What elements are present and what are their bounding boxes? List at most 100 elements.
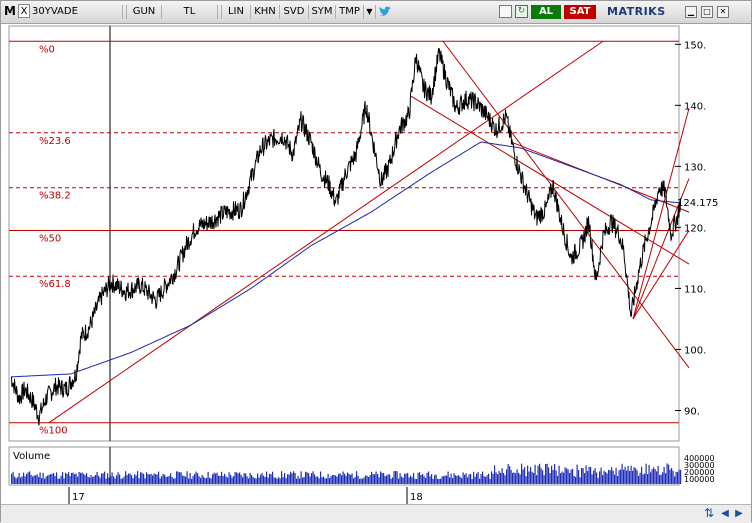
price-chart[interactable]: %0 %23.6 %38.2 %50 %61.8 %100 90. 100. 110. 120.… bbox=[1, 23, 751, 504]
volume-bar bbox=[23, 472, 25, 484]
volume-bar bbox=[378, 477, 380, 484]
volume-bar bbox=[42, 472, 44, 484]
volume-bar bbox=[402, 477, 404, 484]
volume-bar bbox=[591, 474, 593, 484]
khn-button[interactable]: KHN bbox=[251, 5, 280, 19]
template-dropdown-icon[interactable]: ▼ bbox=[364, 5, 376, 19]
volume-bar bbox=[230, 474, 232, 484]
fibo-label: %0 bbox=[39, 44, 55, 55]
volume-bar bbox=[545, 464, 547, 484]
scale-button[interactable]: LIN bbox=[221, 5, 251, 19]
volume-bar bbox=[311, 473, 313, 484]
volume-bar bbox=[552, 469, 554, 484]
volume-bar bbox=[518, 472, 520, 484]
volume-bar bbox=[534, 464, 536, 484]
volume-bar bbox=[578, 470, 580, 484]
volume-bar bbox=[75, 473, 77, 484]
volume-bar bbox=[632, 470, 634, 484]
volume-bar bbox=[509, 466, 511, 484]
sell-button[interactable]: SAT bbox=[564, 5, 596, 19]
volume-bar bbox=[213, 472, 215, 484]
volume-bar bbox=[491, 471, 493, 484]
volume-bar bbox=[278, 477, 280, 484]
buy-button[interactable]: AL bbox=[531, 5, 561, 19]
volume-bar bbox=[269, 473, 271, 484]
volume-bar bbox=[114, 478, 116, 484]
y-tick-label: 130. bbox=[684, 162, 706, 173]
volume-bar bbox=[186, 471, 188, 484]
volume-bar bbox=[249, 473, 251, 484]
volume-bar bbox=[593, 470, 595, 484]
volume-bar bbox=[677, 471, 679, 484]
volume-bar bbox=[644, 473, 646, 484]
price-y-axis: 90. 100. 110. 120. 130. 140. 150. bbox=[675, 40, 706, 417]
volume-bar bbox=[263, 475, 265, 484]
volume-bar bbox=[561, 471, 563, 484]
volume-bar bbox=[546, 463, 548, 484]
volume-bar bbox=[62, 472, 64, 484]
volume-bar bbox=[111, 472, 113, 484]
twitter-icon[interactable] bbox=[378, 5, 392, 19]
volume-bar bbox=[36, 474, 38, 484]
close-icon[interactable]: ✕ bbox=[717, 6, 729, 18]
volume-bar bbox=[294, 473, 296, 484]
volume-bar bbox=[414, 478, 416, 484]
volume-bar bbox=[426, 472, 428, 484]
volume-bar bbox=[39, 472, 41, 484]
volume-bar bbox=[389, 474, 391, 484]
volume-bar bbox=[315, 476, 317, 484]
scroll-left-icon[interactable]: ◀ bbox=[719, 507, 731, 520]
currency-button[interactable]: TL bbox=[162, 5, 218, 19]
volume-bar bbox=[428, 471, 430, 484]
volume-bar bbox=[633, 467, 635, 484]
volume-bar bbox=[180, 472, 182, 484]
volume-bar bbox=[510, 469, 512, 484]
volume-bar bbox=[476, 473, 478, 484]
volume-bar bbox=[347, 472, 349, 484]
volume-bar bbox=[459, 476, 461, 484]
maximize-icon[interactable]: □ bbox=[701, 6, 713, 18]
volume-bar bbox=[296, 478, 298, 484]
volume-bar bbox=[320, 471, 322, 484]
period-button[interactable]: GUN bbox=[126, 5, 162, 19]
svd-button[interactable]: SVD bbox=[280, 5, 309, 19]
volume-bar bbox=[482, 471, 484, 484]
volume-bar bbox=[599, 471, 601, 484]
volume-bar bbox=[240, 474, 242, 484]
volume-bar bbox=[420, 475, 422, 484]
volume-bar bbox=[291, 473, 293, 484]
volume-bar bbox=[399, 473, 401, 484]
price-pane: %0 %23.6 %38.2 %50 %61.8 %100 bbox=[8, 25, 690, 442]
volume-bar bbox=[360, 478, 362, 484]
volume-bar bbox=[537, 465, 539, 484]
sync-icon[interactable]: ⇅ bbox=[703, 507, 715, 520]
volume-bar bbox=[621, 463, 623, 484]
volume-bar bbox=[348, 474, 350, 484]
volume-bar bbox=[570, 469, 572, 484]
volume-bar bbox=[287, 474, 289, 484]
minimize-icon[interactable]: ▁ bbox=[685, 6, 697, 18]
volume-bar bbox=[494, 465, 496, 484]
close-symbol-icon[interactable]: X bbox=[18, 4, 30, 18]
sym-button[interactable]: SYM bbox=[309, 5, 336, 19]
symbol-field[interactable]: 30YVADE bbox=[31, 5, 123, 19]
volume-bar bbox=[495, 472, 497, 484]
volume-bar bbox=[243, 473, 245, 484]
volume-bar bbox=[303, 477, 305, 484]
volume-bar bbox=[138, 478, 140, 484]
volume-bar bbox=[266, 471, 268, 484]
refresh-icon[interactable]: ↻ bbox=[515, 5, 528, 18]
template-button[interactable]: TMP bbox=[336, 5, 364, 19]
volume-bar bbox=[377, 474, 379, 484]
grid-icon[interactable] bbox=[499, 5, 512, 18]
chart-toolbar: M X 30YVADE GUN TL LIN KHN SVD SYM TMP ▼… bbox=[1, 1, 751, 24]
volume-bar bbox=[171, 477, 173, 484]
volume-bar bbox=[434, 475, 436, 484]
volume-bar bbox=[237, 473, 239, 484]
scroll-right-icon[interactable]: ▶ bbox=[733, 507, 745, 520]
volume-bar bbox=[101, 473, 103, 484]
chart-window: M X 30YVADE GUN TL LIN KHN SVD SYM TMP ▼… bbox=[0, 0, 752, 523]
volume-bar bbox=[255, 478, 257, 484]
volume-bar bbox=[89, 477, 91, 484]
volume-bar bbox=[345, 475, 347, 484]
